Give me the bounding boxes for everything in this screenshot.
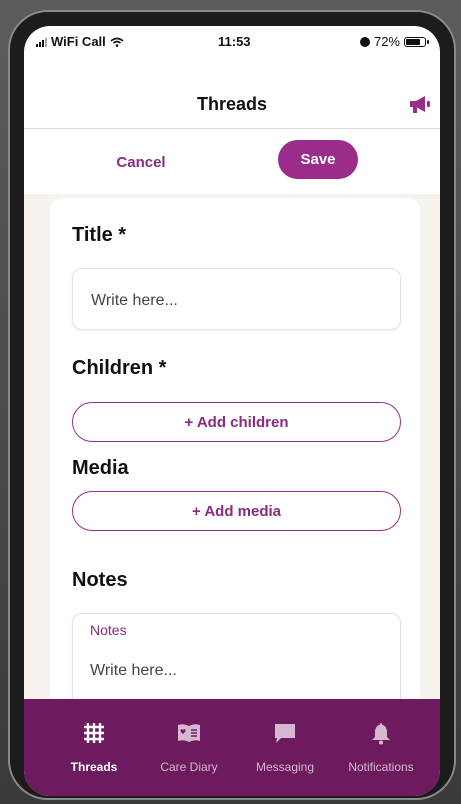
tab-messaging-label: Messaging xyxy=(255,760,315,774)
notes-placeholder: Write here... xyxy=(90,662,177,679)
battery-icon xyxy=(404,36,429,47)
cancel-button[interactable]: Cancel xyxy=(104,150,178,174)
alarm-icon xyxy=(359,36,370,47)
page-title: Threads xyxy=(196,94,268,114)
title-placeholder: Write here... xyxy=(91,292,178,309)
title-label: Title * xyxy=(72,224,127,246)
status-carrier: WiFi Call xyxy=(36,34,124,49)
tab-threads[interactable]: Threads xyxy=(46,699,142,796)
notes-field-label: Notes xyxy=(90,622,127,638)
tab-threads-label: Threads xyxy=(70,760,118,774)
carrier-label: WiFi Call xyxy=(51,34,106,49)
chat-bubble-icon xyxy=(275,724,295,743)
title-input[interactable]: Write here... xyxy=(72,268,401,330)
bell-icon xyxy=(372,723,390,745)
tab-care-diary[interactable]: Care Diary xyxy=(141,699,237,796)
bottom-tab-bar: Threads Care Diary Messaging Notificatio… xyxy=(24,699,440,796)
add-children-button[interactable]: + Add children xyxy=(72,402,401,442)
tab-notifications[interactable]: Notifications xyxy=(333,699,429,796)
wifi-icon xyxy=(110,37,124,47)
signal-icon xyxy=(36,37,47,47)
status-right: 72% xyxy=(359,34,429,49)
notes-input[interactable]: Notes Write here... xyxy=(72,613,401,713)
add-media-button[interactable]: + Add media xyxy=(72,491,401,531)
status-time: 11:53 xyxy=(218,34,251,49)
tab-care-diary-label: Care Diary xyxy=(160,760,218,774)
app-screen: WiFi Call 11:53 72% Threads Cancel Save … xyxy=(24,26,440,796)
battery-percent: 72% xyxy=(373,34,400,49)
grid-hash-icon xyxy=(84,723,104,743)
media-label: Media xyxy=(72,457,129,479)
diary-icon xyxy=(178,724,200,742)
save-button[interactable]: Save xyxy=(278,140,358,179)
tab-messaging[interactable]: Messaging xyxy=(237,699,333,796)
tab-notifications-label: Notifications xyxy=(348,760,414,774)
header-divider xyxy=(24,128,440,129)
megaphone-icon[interactable] xyxy=(408,94,432,114)
children-label: Children * xyxy=(72,357,167,379)
notes-label: Notes xyxy=(72,569,128,591)
